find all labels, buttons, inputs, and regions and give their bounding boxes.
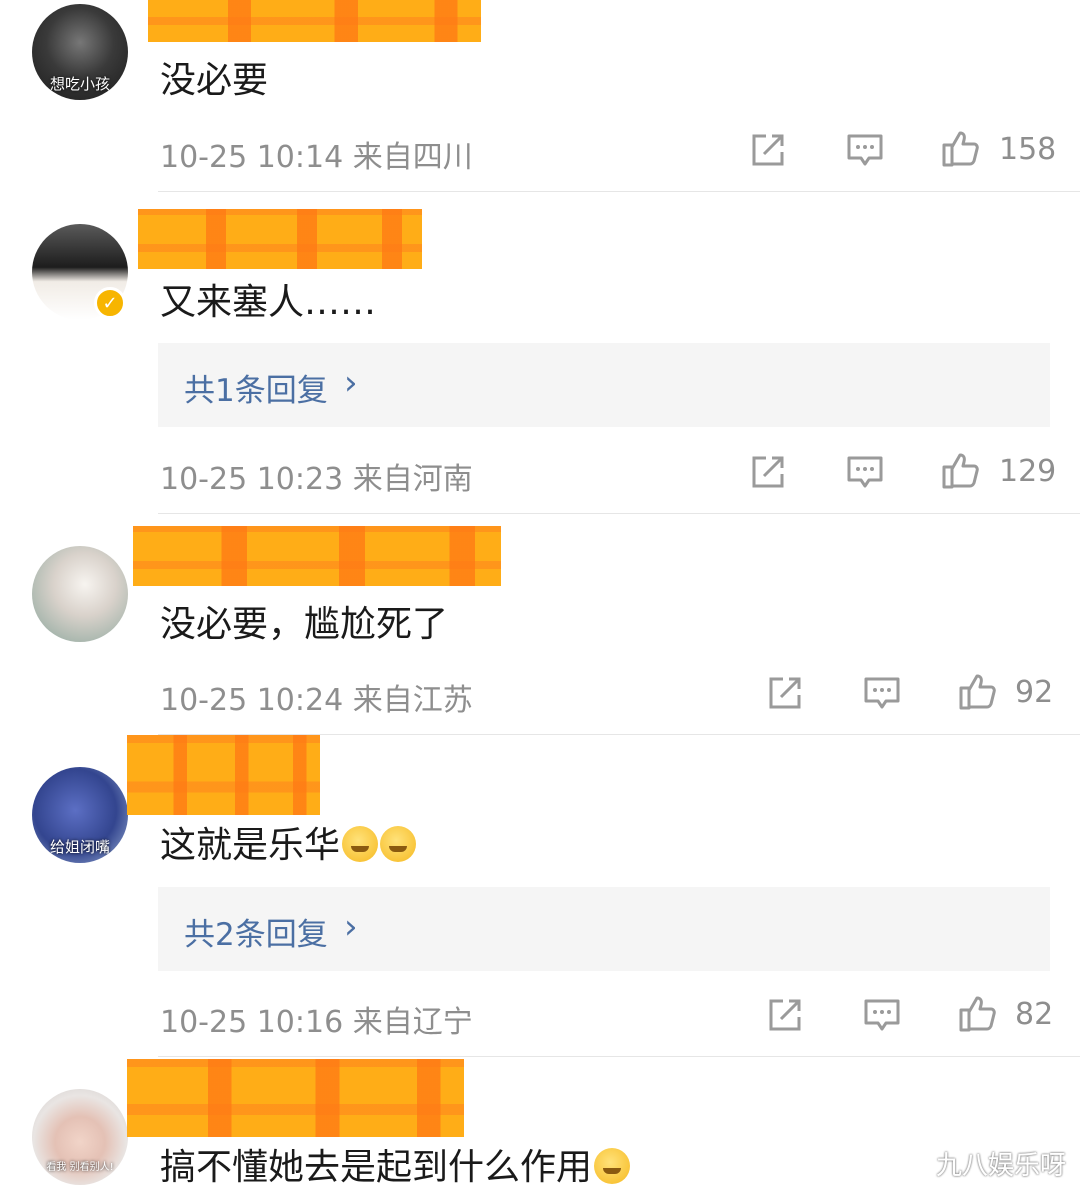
comment-meta: 10-25 10:24 来自江苏	[160, 675, 473, 719]
username-redacted[interactable]	[138, 209, 422, 269]
comment-icon[interactable]	[845, 130, 885, 170]
comment-icon[interactable]	[862, 995, 902, 1035]
like-count: 129	[999, 454, 1057, 489]
sleepy-face-emoji	[342, 826, 379, 862]
comment-text: 又来塞人……	[160, 282, 377, 323]
timestamp: 10-25 10:24	[160, 683, 344, 718]
divider	[158, 1056, 1080, 1057]
avatar[interactable]	[32, 546, 128, 642]
avatar-caption: 想吃小孩	[49, 75, 110, 93]
reply-count-label: 共1条回复	[184, 373, 328, 409]
like-count: 158	[999, 132, 1057, 167]
location: 来自江苏	[352, 683, 473, 718]
chevron-right-icon: ›	[344, 907, 358, 947]
comment-text-body: 搞不懂她去是起到什么作用	[160, 1147, 593, 1188]
divider	[158, 191, 1080, 192]
laughing-tears-emoji	[594, 1148, 631, 1184]
share-icon[interactable]	[765, 995, 805, 1035]
sleepy-face-emoji	[380, 826, 417, 862]
like-count: 92	[1015, 675, 1054, 710]
comment-text: 没必要，尴尬死了	[160, 604, 449, 645]
location: 来自四川	[352, 140, 473, 175]
timestamp: 10-25 10:14	[160, 140, 344, 175]
location: 来自河南	[352, 462, 473, 497]
like-count: 82	[1015, 997, 1054, 1032]
chevron-right-icon: ›	[344, 363, 358, 403]
comment-icon[interactable]	[845, 452, 885, 492]
share-icon[interactable]	[748, 452, 788, 492]
avatar[interactable]: 想吃小孩	[32, 4, 128, 100]
share-icon[interactable]	[765, 673, 805, 713]
reply-summary[interactable]: 共1条回复 ›	[158, 343, 1050, 427]
comment-meta: 10-25 10:16 来自辽宁	[160, 997, 473, 1041]
share-icon[interactable]	[748, 130, 788, 170]
username-redacted[interactable]	[127, 735, 320, 815]
reply-count-label: 共2条回复	[184, 917, 328, 953]
thumbs-up-icon[interactable]	[940, 128, 980, 168]
verified-badge-icon: ✓	[94, 287, 126, 319]
username-redacted[interactable]	[148, 0, 481, 42]
username-redacted[interactable]	[127, 1059, 464, 1137]
thumbs-up-icon[interactable]	[957, 671, 997, 711]
location: 来自辽宁	[352, 1005, 473, 1040]
comment-meta: 10-25 10:14 来自四川	[160, 132, 473, 176]
thumbs-up-icon[interactable]	[957, 993, 997, 1033]
watermark: 九八娱乐呀	[935, 1151, 1066, 1181]
username-redacted[interactable]	[133, 526, 501, 586]
thumbs-up-icon[interactable]	[940, 450, 980, 490]
divider	[158, 513, 1080, 514]
timestamp: 10-25 10:16	[160, 1005, 344, 1040]
comment-icon[interactable]	[862, 673, 902, 713]
avatar[interactable]: 给姐闭嘴	[32, 767, 128, 863]
reply-summary[interactable]: 共2条回复 ›	[158, 887, 1050, 971]
timestamp: 10-25 10:23	[160, 462, 344, 497]
comment-text: 这就是乐华	[160, 824, 417, 868]
comment-meta: 10-25 10:23 来自河南	[160, 454, 473, 498]
avatar-caption: 给姐闭嘴	[49, 838, 110, 856]
comment-text-body: 这就是乐华	[160, 825, 341, 866]
comment-text: 没必要	[160, 60, 269, 101]
avatar-caption: 看我 别看别人!	[46, 1162, 114, 1173]
comment-text: 搞不懂她去是起到什么作用	[160, 1146, 631, 1190]
avatar[interactable]: 看我 别看别人!	[32, 1089, 128, 1185]
